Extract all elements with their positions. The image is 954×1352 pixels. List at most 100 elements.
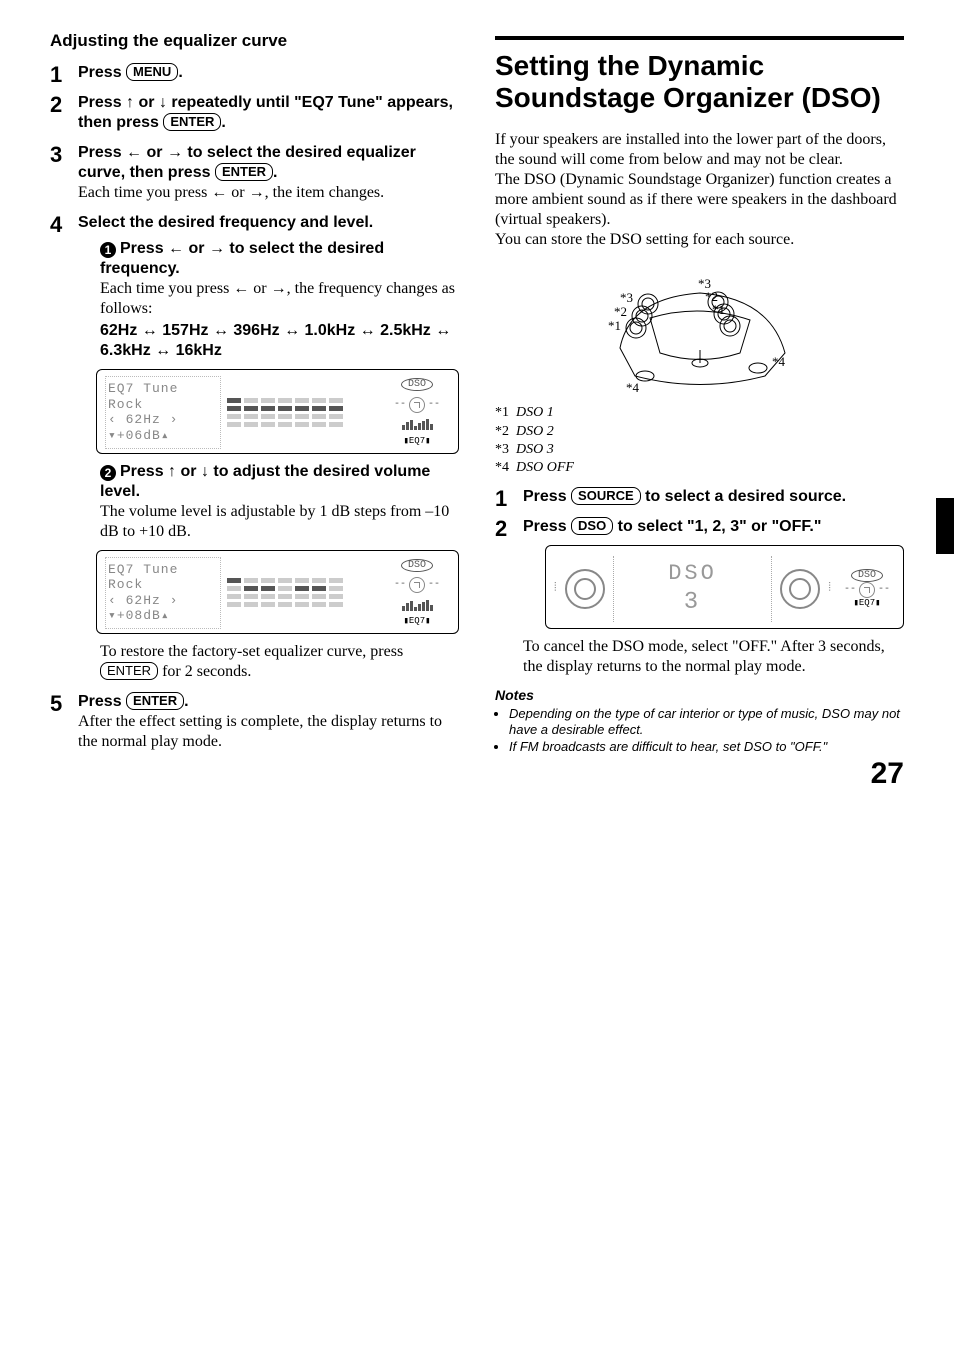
notes-heading: Notes: [495, 687, 904, 705]
right-dots: ⦙: [828, 581, 831, 596]
dso-main-text: DSO 3: [613, 556, 773, 622]
lcd-line: ‹ 62Hz ›: [108, 593, 218, 609]
lcd-eq-bars: [227, 376, 378, 448]
text: or: [134, 94, 159, 111]
step-4b: 2 Press ↑ or ↓ to adjust the desired vol…: [78, 462, 459, 682]
up-arrow-icon: ↑: [126, 94, 134, 111]
text: To restore the factory-set equalizer cur…: [100, 643, 403, 660]
step-4b-body: The volume level is adjustable by 1 dB s…: [100, 502, 459, 542]
eq-steps: Press MENU. Press ↑ or ↓ repeatedly unti…: [50, 63, 459, 752]
legend-row: *1 DSO 1: [495, 404, 904, 422]
lcd-right: DSO ---- ▮EQ7▮: [839, 567, 895, 611]
step-1: Press MENU.: [50, 63, 459, 83]
lcd-line: Rock: [108, 577, 218, 593]
text: .: [184, 693, 188, 710]
speaker-icon: [565, 569, 605, 609]
step-5-head: Press ENTER.: [78, 693, 189, 710]
text: or: [249, 280, 270, 297]
restore-note: To restore the factory-set equalizer cur…: [100, 642, 459, 682]
enter-button-label: ENTER: [215, 163, 273, 181]
left-heading: Adjusting the equalizer curve: [50, 30, 459, 51]
dso-cancel-note: To cancel the DSO mode, select "OFF." Af…: [523, 637, 904, 677]
eq-bar-icon: [402, 599, 433, 611]
lcd-left: EQ7 Tune Rock ‹ 62Hz › ▾+06dB▴: [105, 376, 221, 448]
clock-icon: [859, 582, 875, 598]
dso-legend: *1 DSO 1 *2 DSO 2 *3 DSO 3 *4 DSO OFF: [495, 404, 904, 477]
step-3: Press ← or → to select the desired equal…: [50, 143, 459, 203]
dso-para-1: If your speakers are installed into the …: [495, 130, 904, 170]
lcd-eq-bars: [227, 557, 378, 629]
dso-para-2: The DSO (Dynamic Soundstage Organizer) f…: [495, 170, 904, 230]
car-interior-diagram: *3 *2 *1 *3 *2 *1 *4 *4: [590, 258, 810, 398]
text: to select "1, 2, 3" or "OFF.": [613, 518, 821, 535]
left-arrow-icon: ←: [211, 184, 227, 201]
text: Each time you press: [100, 280, 233, 297]
lcd-display-1: EQ7 Tune Rock ‹ 62Hz › ▾+06dB▴: [96, 369, 459, 453]
step-4a-body: Each time you press ← or →, the frequenc…: [100, 279, 459, 319]
down-arrow-icon: ↓: [201, 463, 209, 480]
lcd-right: DSO ---- ▮EQ7▮: [384, 557, 450, 629]
clock-row: ----: [394, 577, 440, 593]
lcd-line: EQ7 Tune: [108, 562, 218, 578]
left-arrow-icon: ←: [168, 240, 184, 257]
lcd-line: EQ7 Tune: [108, 381, 218, 397]
right-arrow-icon: →: [209, 240, 225, 257]
dso-badge-icon: DSO: [851, 569, 883, 582]
dso-para-3: You can store the DSO setting for each s…: [495, 230, 904, 250]
left-dots: ⦙: [554, 581, 557, 596]
edge-tab: [936, 498, 954, 554]
dso-title: Setting the Dynamic Soundstage Organizer…: [495, 50, 904, 114]
diag-label: *2: [614, 304, 627, 319]
lcd-line: ‹ 62Hz ›: [108, 412, 218, 428]
step-4-sublist: 1 Press ← or → to select the desired fre…: [78, 239, 459, 682]
text: Press: [78, 144, 126, 161]
dso-step-1: Press SOURCE to select a desired source.: [495, 487, 904, 507]
step-2-head: Press ↑ or ↓ repeatedly until "EQ7 Tune"…: [78, 94, 453, 131]
left-column: Adjusting the equalizer curve Press MENU…: [50, 30, 459, 762]
step-5-body: After the effect setting is complete, th…: [78, 712, 459, 752]
note-item: Depending on the type of car interior or…: [509, 706, 904, 739]
enter-button-label: ENTER: [126, 692, 184, 710]
dso-lcd-display: ⦙ DSO 3 ⦙ DSO ---- ▮EQ7▮: [545, 545, 904, 629]
enter-button-label: ENTER: [163, 113, 221, 131]
text: or: [227, 184, 248, 201]
step-4a: 1 Press ← or → to select the desired fre…: [78, 239, 459, 453]
note-item: If FM broadcasts are difficult to hear, …: [509, 739, 904, 755]
left-arrow-icon: ←: [233, 280, 249, 297]
eq-bar-icon: [402, 418, 433, 430]
text: or: [184, 240, 209, 257]
up-arrow-icon: ↑: [168, 463, 176, 480]
right-arrow-icon: →: [249, 184, 265, 201]
bullet-1-icon: 1: [100, 242, 116, 258]
step-4a-head: Press ← or → to select the desired frequ…: [100, 240, 384, 277]
lcd-line: 3: [622, 588, 764, 618]
diag-label: *4: [626, 380, 640, 395]
source-button-label: SOURCE: [571, 487, 641, 505]
lcd-line: Rock: [108, 397, 218, 413]
bullet-2-icon: 2: [100, 465, 116, 481]
text: Press: [523, 518, 571, 535]
dso-badge-icon: DSO: [401, 378, 433, 391]
heading-rule: [495, 36, 904, 40]
text: Press: [523, 488, 571, 505]
text: .: [178, 64, 182, 81]
text: Each time you press: [78, 184, 211, 201]
text: or: [142, 144, 167, 161]
text: to select a desired source.: [641, 488, 846, 505]
step-4: Select the desired frequency and level. …: [50, 213, 459, 682]
diag-label: *3: [620, 290, 633, 305]
step-2: Press ↑ or ↓ repeatedly until "EQ7 Tune"…: [50, 93, 459, 133]
step-4b-head: Press ↑ or ↓ to adjust the desired volum…: [100, 463, 430, 500]
text: Press: [120, 463, 168, 480]
legend-row: *2 DSO 2: [495, 423, 904, 441]
text: for 2 seconds.: [158, 663, 251, 680]
menu-button-label: MENU: [126, 63, 178, 81]
lcd-right: DSO ---- ▮EQ7▮: [384, 376, 450, 448]
freq-list: 62Hz ↔ 157Hz ↔ 396Hz ↔ 1.0kHz ↔ 2.5kHz ↔…: [100, 321, 459, 361]
lcd-line: DSO: [668, 561, 717, 586]
left-arrow-icon: ←: [126, 144, 142, 161]
clock-row: ----: [394, 397, 440, 413]
right-arrow-icon: →: [271, 280, 287, 297]
clock-icon: [409, 577, 425, 593]
lcd-left: EQ7 Tune Rock ‹ 62Hz › ▾+08dB▴: [105, 557, 221, 629]
